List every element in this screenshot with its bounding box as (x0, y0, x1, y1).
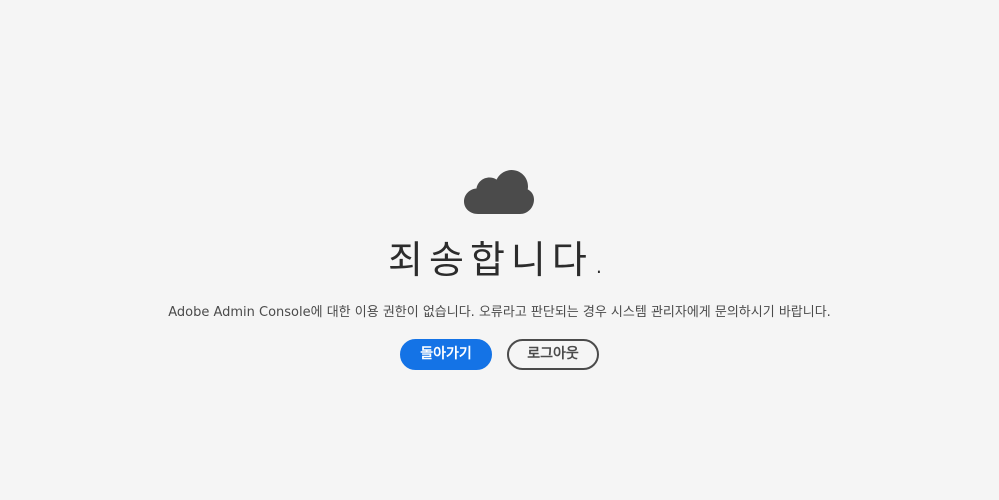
error-content: 죄송합니다. Adobe Admin Console에 대한 이용 권한이 없습… (0, 0, 999, 500)
logout-button[interactable]: 로그아웃 (507, 339, 599, 370)
access-denied-message: Adobe Admin Console에 대한 이용 권한이 없습니다. 오류라… (168, 305, 831, 320)
action-buttons: 돌아가기 로그아웃 (0, 339, 999, 370)
back-button[interactable]: 돌아가기 (400, 339, 492, 370)
page-title: 죄송합니다. (388, 238, 611, 282)
cloud-icon (464, 170, 534, 214)
error-page: 죄송합니다. Adobe Admin Console에 대한 이용 권한이 없습… (0, 0, 999, 500)
